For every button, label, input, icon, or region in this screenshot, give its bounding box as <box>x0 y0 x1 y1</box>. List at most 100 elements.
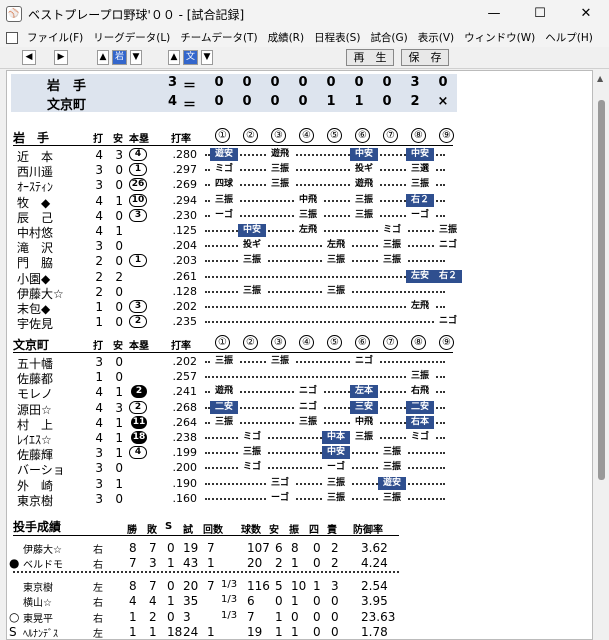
player-row[interactable]: 辰 己 4 0 3.230 ーゴ 三振 三振 ーゴ <box>7 208 592 225</box>
player-row[interactable]: 末包◆ 1 0 3.202 左飛 <box>7 300 592 316</box>
menu-window[interactable]: ウィンドウ(W) <box>459 30 540 45</box>
batting-average: .280 <box>172 148 198 161</box>
player-row[interactable]: 中村悠 4 1.125 中安 左飛 ミゴ 三振 <box>7 224 592 240</box>
player-row[interactable]: 滝 沢 3 0.204 投ギ 左飛 三振 ニゴ <box>7 239 592 255</box>
baseball-app-icon[interactable]: ⚾ <box>6 6 22 22</box>
at-bat-result: 三振 <box>322 284 350 298</box>
hits: 1 <box>115 385 123 400</box>
scroll-up-icon[interactable]: ▲ <box>597 74 603 83</box>
batting-average: .261 <box>172 269 198 283</box>
menu-team-data[interactable]: チームデータ(T) <box>175 30 262 45</box>
player-row[interactable]: 門 脇 2 0 1.203 三振 三振 三振 <box>7 254 592 270</box>
next-game-button[interactable]: ▶ <box>54 50 68 65</box>
player-row[interactable]: 宇佐見 1 0 2 .235 ニゴ <box>7 315 592 331</box>
player-row[interactable]: モレノ 4 1 2.241 遊飛 ニゴ 左本 右飛 <box>7 385 592 401</box>
pitcher-w: 7 <box>129 556 137 570</box>
pitcher-row[interactable]: 東京樹左 8 7 0 20 7 1/3 116 5 10 1 3 2.54 <box>7 579 592 594</box>
vertical-scrollbar[interactable]: ▲ <box>594 70 609 640</box>
column-header-avg: 打率 <box>171 341 191 352</box>
batting-average: .235 <box>172 315 198 329</box>
away-team-button[interactable]: 文 <box>183 50 198 65</box>
pitcher-er: 2 <box>331 556 339 570</box>
player-row[interactable]: ﾚｲｴｽ☆ 4 1 18.238 ミゴ 中本 三振 ミゴ <box>7 431 592 447</box>
menu-view[interactable]: 表示(V) <box>413 30 459 45</box>
player-row[interactable]: バーショ 3 0.200 ミゴ ーゴ 三振 <box>7 461 592 477</box>
hit-result: 遊安 <box>210 148 238 161</box>
away-prev-button[interactable]: ▲ <box>168 50 180 65</box>
player-row[interactable]: 小園◆ 2 2.261 左安 右２ <box>7 269 592 286</box>
hits: 1 <box>115 431 123 445</box>
pitcher-hand: 右 <box>93 598 103 610</box>
pitcher-g: 19 <box>183 541 199 555</box>
pitcher-er: 3 <box>331 579 339 593</box>
home-next-button[interactable]: ▼ <box>130 50 142 65</box>
pitcher-name: 東京樹 <box>23 583 53 594</box>
home-team-button[interactable]: 岩 <box>112 50 127 65</box>
menu-help[interactable]: ヘルプ(H) <box>540 30 598 45</box>
scoreboard-inning-score: 1 <box>354 94 364 109</box>
menu-league-data[interactable]: リーグデータ(L) <box>88 30 175 45</box>
player-row[interactable]: 東京樹 3 0 .160 ーゴ 三振 三振 <box>7 491 592 508</box>
at-bat-result: 遊飛 <box>350 178 378 192</box>
at-bat-result: 四球 <box>210 178 238 192</box>
pitcher-row[interactable]: S ﾍﾙﾅﾝﾃﾞｽ左 1 1 18 24 1 19 1 1 0 0 1.78 <box>7 624 592 640</box>
player-row[interactable]: 佐藤都 1 0.257 三振 <box>7 370 592 386</box>
menu-game[interactable]: 試合(G) <box>365 30 412 45</box>
pitcher-ipf: 1/3 <box>221 609 238 621</box>
player-row[interactable]: 五十幡 3 0.202 三振 三振 ニゴ <box>7 355 592 371</box>
player-row[interactable]: 源田☆ 4 3 2.268 二安 ニゴ 三安 二安 <box>7 400 592 417</box>
player-row[interactable]: ｵｰｽﾃｨﾝ 3 0 26.269 四球 三振 遊飛 三振 <box>7 178 592 194</box>
scoreboard-team-name: 文京町 <box>47 98 87 113</box>
at-bats: 2 <box>95 284 103 299</box>
player-row[interactable]: 西川遥 3 0 1.297 ミゴ 三振 投ギ 三選 <box>7 163 592 179</box>
scoreboard-row: 岩 手 3 ＝ 0 0 0 0 0 0 0 3 0 <box>11 75 457 94</box>
player-row[interactable]: 村 上 4 1 11.264 三振 三振 中飛 右本 <box>7 415 592 432</box>
pitcher-row[interactable]: ● ベルドモ右 7 3 1 43 1 20 2 1 0 2 4.24 <box>7 556 592 571</box>
home-prev-button[interactable]: ▲ <box>97 50 109 65</box>
scoreboard-inning-score: 2 <box>410 94 420 109</box>
pitcher-k: 8 <box>291 541 299 555</box>
close-button[interactable]: ✕ <box>563 0 609 28</box>
player-row[interactable]: 外 崎 3 1.190 三ゴ 三振 遊安 <box>7 476 592 493</box>
hits: 1 <box>115 193 123 208</box>
at-bat-result: 三振 <box>322 491 350 505</box>
pitcher-bb: 1 <box>313 579 321 593</box>
at-bat-result: ミゴ <box>238 431 266 444</box>
pitcher-row[interactable]: ○ 東晃平右 1 2 0 3 1/3 7 1 0 0 0 23.63 <box>7 609 592 625</box>
away-next-button[interactable]: ▼ <box>201 50 213 65</box>
menu-records[interactable]: 成績(R) <box>263 30 310 45</box>
replay-button[interactable]: 再 生 <box>346 49 394 66</box>
pitcher-pitches: 19 <box>247 624 263 639</box>
pitcher-w: 4 <box>129 594 137 609</box>
player-row[interactable]: 佐藤輝 3 1 4.199 三振 中安 三振 <box>7 446 592 462</box>
save-button[interactable]: 保 存 <box>401 49 449 66</box>
hits: 0 <box>115 163 123 178</box>
pitcher-l: 7 <box>149 579 157 593</box>
player-row[interactable]: 近 本 4 3 4.280 遊安 遊飛 中安 中安 <box>7 148 592 164</box>
pitcher-era: 23.63 <box>361 609 396 624</box>
minimize-button[interactable]: — <box>471 0 517 28</box>
player-row[interactable]: 伊藤大☆ 2 0.128 三振 三振 <box>7 284 592 301</box>
menu-file[interactable]: ファイル(F) <box>22 30 88 45</box>
scroll-thumb[interactable] <box>598 100 605 480</box>
pitcher-er: 2 <box>331 541 339 555</box>
pitching-column-header: 安 <box>269 525 279 536</box>
player-row[interactable]: 牧 ◆ 4 1 10.294 三振 中飛 三振 右２ <box>7 193 592 210</box>
pitcher-row[interactable]: 横山☆ 右 4 4 1 35 1/3 6 0 1 0 0 3.95 <box>7 594 592 610</box>
pitcher-hand: 左 <box>93 628 103 640</box>
pitcher-row[interactable]: 伊藤大☆ 右 8 7 0 19 7 107 6 8 0 2 3.62 <box>7 541 592 556</box>
inning-header: ⑧ <box>411 335 426 350</box>
scoreboard-row: 文京町 4 ＝ 0 0 0 0 1 1 0 2 × <box>11 94 457 113</box>
prev-game-button[interactable]: ◀ <box>22 50 36 65</box>
toolbar: ◀ ▶ ▲ 岩 ▼ ▲ 文 ▼ 再 生 保 存 <box>0 47 609 69</box>
at-bat-result: 三振 <box>210 193 238 207</box>
pitcher-name: 東晃平 <box>23 613 53 625</box>
scoreboard-equals: ＝ <box>183 98 197 113</box>
at-bat-result: 投ギ <box>238 239 266 253</box>
pitcher-w: 8 <box>129 579 137 593</box>
menu-schedule[interactable]: 日程表(S) <box>309 30 365 45</box>
document-icon[interactable] <box>6 31 18 44</box>
batting-average: .202 <box>172 300 198 313</box>
maximize-button[interactable]: ☐ <box>517 0 563 28</box>
home-run-count: 1 <box>129 254 147 268</box>
